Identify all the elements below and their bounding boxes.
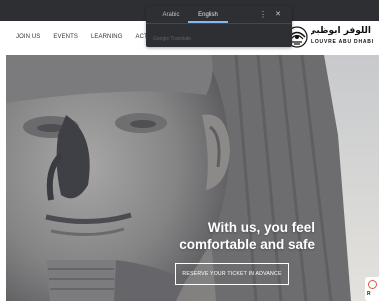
more-vert-icon[interactable]: ⋮ [259, 9, 267, 21]
hero-headline: With us, you feel comfortable and safe [145, 219, 315, 253]
tab-english[interactable]: English [194, 9, 222, 21]
side-widget-label: R [367, 291, 371, 297]
hero-banner: With us, you feel comfortable and safe R… [6, 55, 379, 301]
hero-headline-line-1: With us, you feel [207, 220, 315, 235]
nav-item-join-us[interactable]: JOIN US [16, 34, 40, 44]
logo-arabic-text: اللوفر أبوظبي [311, 26, 371, 36]
translate-popup: Arabic English ⋮ ✕ Google Translate [146, 6, 292, 47]
close-icon[interactable]: ✕ [274, 9, 282, 21]
popup-divider [146, 23, 292, 24]
browser-page: JOIN US EVENTS LEARNING ACTIV اللوفر أبو… [0, 0, 379, 304]
main-nav: JOIN US EVENTS LEARNING ACTIV [16, 34, 167, 44]
nav-item-learning[interactable]: LEARNING [91, 34, 122, 44]
help-circle-icon [368, 280, 377, 289]
google-translate-label: Google Translate [153, 36, 192, 42]
side-help-widget[interactable]: R [365, 277, 379, 301]
louvre-abu-dhabi-logo[interactable]: اللوفر أبوظبي LOUVRE ABU DHABI [286, 25, 374, 49]
hero-headline-line-2: comfortable and safe [179, 237, 315, 252]
reserve-ticket-button[interactable]: RESERVE YOUR TICKET IN ADVANCE [175, 263, 289, 285]
nav-item-events[interactable]: EVENTS [53, 34, 78, 44]
logo-english-text: LOUVRE ABU DHABI [311, 39, 374, 45]
tab-arabic[interactable]: Arabic [156, 9, 186, 21]
